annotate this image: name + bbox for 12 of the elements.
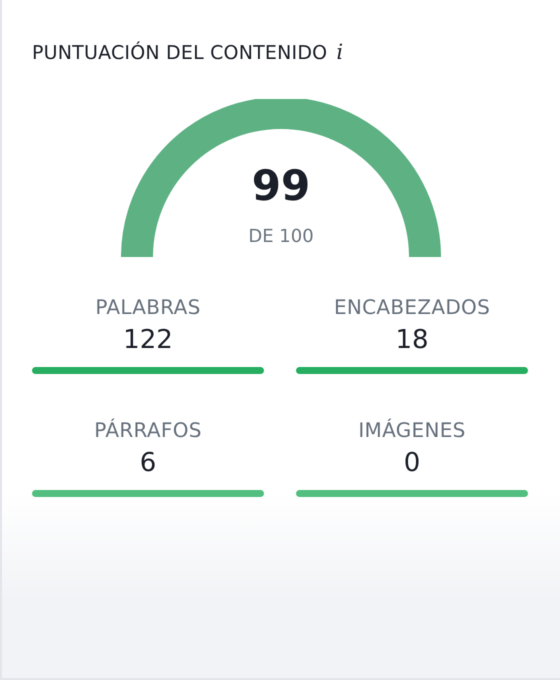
stat-value: 18 [395,325,429,355]
stat-label: PALABRAS [95,295,201,319]
stat-label: PÁRRAFOS [94,418,202,442]
stat-value: 122 [123,325,173,355]
score-caption: DE 100 [248,226,314,247]
stat-label: ENCABEZADOS [334,295,490,319]
score-value: 99 [252,161,310,210]
stat-value: 6 [140,448,156,478]
card-title: PUNTUACIÓN DEL CONTENIDO [32,42,328,64]
stat-label: IMÁGENES [358,418,466,442]
info-icon[interactable]: i [336,40,344,64]
stat-value: 0 [404,448,420,478]
